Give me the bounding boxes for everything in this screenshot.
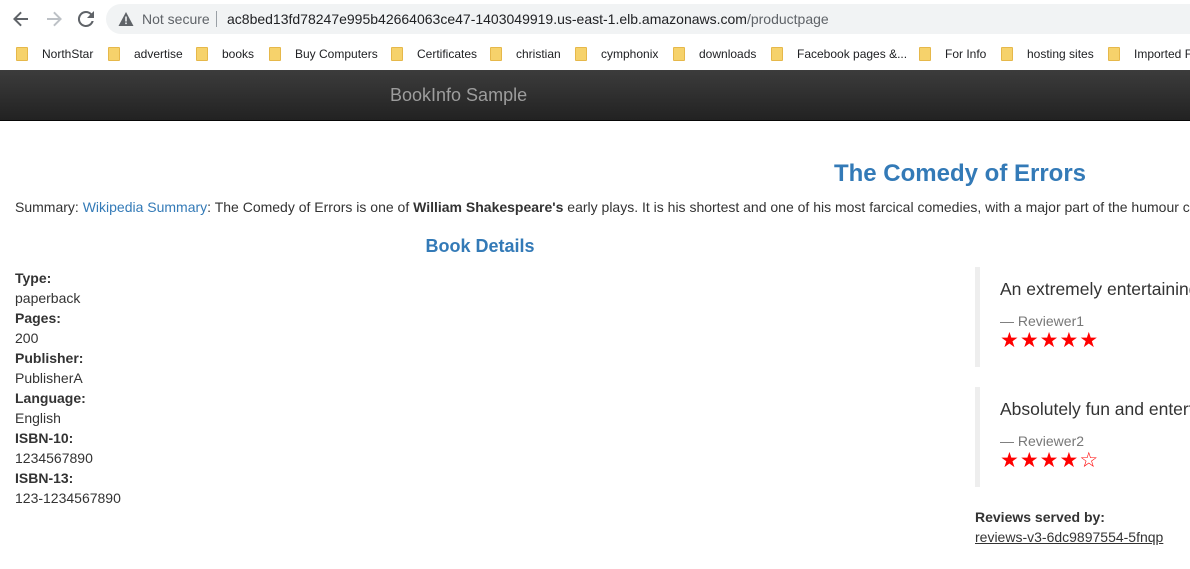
address-bar[interactable]: Not secure ac8bed13fd78247e995b42664063c… [106, 4, 1190, 34]
star-filled-icon: ★ [1079, 329, 1100, 352]
detail-value-publisher: PublisherA [15, 370, 83, 386]
summary-author: William Shakespeare's [413, 199, 564, 215]
bookmark-facebook-pages[interactable]: Facebook pages &... [771, 44, 907, 64]
bookmark-buy-computers[interactable]: Buy Computers [269, 44, 378, 64]
bookmark-advertise[interactable]: advertise [108, 44, 183, 64]
folder-icon [919, 47, 931, 61]
summary-label: Summary: [15, 199, 79, 215]
summary-text-post: early plays. It is his shortest and one … [567, 199, 1190, 215]
folder-icon [269, 47, 281, 61]
app-navbar: BookInfo Sample [0, 70, 1190, 121]
bookmark-imported[interactable]: Imported Fr [1108, 44, 1190, 64]
detail-label-pages: Pages: [15, 310, 61, 326]
star-rating: ★★★★☆ [1000, 450, 1099, 472]
detail-value-type: paperback [15, 290, 81, 306]
folder-icon [575, 47, 587, 61]
detail-value-language: English [15, 410, 61, 426]
folder-icon [771, 47, 783, 61]
security-label[interactable]: Not secure [142, 11, 210, 27]
review-card: An extremely entertaining play by Shakes… [975, 267, 1190, 367]
bookmark-downloads[interactable]: downloads [673, 44, 756, 64]
wikipedia-summary-link[interactable]: Wikipedia Summary [83, 199, 207, 215]
folder-icon [196, 47, 208, 61]
review-text: An extremely entertaining play by Shakes… [1000, 279, 1190, 299]
detail-label-isbn13: ISBN-13: [15, 470, 74, 486]
url-text[interactable]: ac8bed13fd78247e995b42664063ce47-1403049… [227, 11, 829, 27]
star-empty-icon: ☆ [1079, 449, 1100, 472]
star-rating: ★★★★★ [1000, 330, 1099, 352]
review-card: Absolutely fun and entertaining. The pla… [975, 387, 1190, 487]
bookmark-label: christian [516, 47, 561, 61]
bookmark-label: downloads [699, 47, 757, 61]
detail-label-type: Type: [15, 270, 52, 286]
folder-icon [16, 47, 28, 61]
star-filled-icon: ★ [1019, 329, 1040, 352]
detail-label-isbn10: ISBN-10: [15, 430, 74, 446]
bookmark-label: advertise [134, 47, 183, 61]
bookmark-label: For Info [945, 47, 987, 61]
star-filled-icon: ★ [1019, 449, 1040, 472]
bookmark-certificates[interactable]: Certificates [391, 44, 477, 64]
detail-label-language: Language: [15, 390, 86, 406]
bookmark-cymphonix[interactable]: cymphonix [575, 44, 658, 64]
bookmark-label: Facebook pages &... [797, 47, 908, 61]
star-filled-icon: ★ [1039, 329, 1060, 352]
bookmark-label: Buy Computers [295, 47, 378, 61]
detail-label-publisher: Publisher: [15, 350, 84, 366]
star-filled-icon: ★ [1059, 449, 1080, 472]
star-filled-icon: ★ [1059, 329, 1080, 352]
bookmarks-bar: NorthStar advertise books Buy Computers … [0, 38, 1190, 69]
reload-icon[interactable] [76, 9, 96, 29]
reviews-served-by-link[interactable]: reviews-v3-6dc9897554-5fnqp [975, 529, 1163, 545]
folder-icon [1001, 47, 1013, 61]
book-details-heading: Book Details [425, 236, 535, 256]
folder-icon [108, 47, 120, 61]
book-title: The Comedy of Errors [833, 160, 1087, 187]
reviews-served-by-label: Reviews served by: [975, 509, 1105, 525]
forward-arrow-icon[interactable] [44, 9, 64, 29]
star-filled-icon: ★ [1000, 449, 1020, 472]
url-host: ac8bed13fd78247e995b42664063ce47-1403049… [227, 11, 747, 27]
bookmark-label: cymphonix [601, 47, 659, 61]
folder-icon [1108, 47, 1120, 61]
folder-icon [673, 47, 685, 61]
bookmark-label: NorthStar [42, 47, 94, 61]
address-divider [216, 11, 217, 27]
detail-value-isbn13: 123-1234567890 [15, 490, 121, 506]
warning-icon [118, 11, 134, 27]
navbar-brand[interactable]: BookInfo Sample [390, 85, 527, 106]
bookmark-hosting-sites[interactable]: hosting sites [1001, 44, 1094, 64]
bookmark-label: Imported Fr [1134, 47, 1190, 61]
bookmark-for-info[interactable]: For Info [919, 44, 986, 64]
bookmark-label: Certificates [417, 47, 478, 61]
book-details-list: Type: paperback Pages: 200 Publisher: Pu… [15, 268, 121, 508]
back-arrow-icon[interactable] [11, 9, 31, 29]
bookmark-label: books [222, 47, 255, 61]
review-text: Absolutely fun and entertaining. The pla… [1000, 399, 1190, 419]
folder-icon [490, 47, 502, 61]
bookmark-books[interactable]: books [196, 44, 254, 64]
book-summary: Summary: Wikipedia Summary: The Comedy o… [15, 199, 1190, 215]
star-filled-icon: ★ [1000, 329, 1020, 352]
detail-value-pages: 200 [15, 330, 39, 346]
browser-toolbar: Not secure ac8bed13fd78247e995b42664063c… [0, 0, 1190, 38]
star-filled-icon: ★ [1039, 449, 1060, 472]
bookmark-label: hosting sites [1027, 47, 1094, 61]
detail-value-isbn10: 1234567890 [15, 450, 93, 466]
url-path: /productpage [746, 11, 829, 27]
folder-icon [391, 47, 403, 61]
bookmark-northstar[interactable]: NorthStar [16, 44, 93, 64]
bookmark-christian[interactable]: christian [490, 44, 561, 64]
review-author: — Reviewer1 [1000, 313, 1085, 329]
review-author: — Reviewer2 [1000, 433, 1085, 449]
summary-text-pre: : The Comedy of Errors is one of [207, 199, 414, 215]
